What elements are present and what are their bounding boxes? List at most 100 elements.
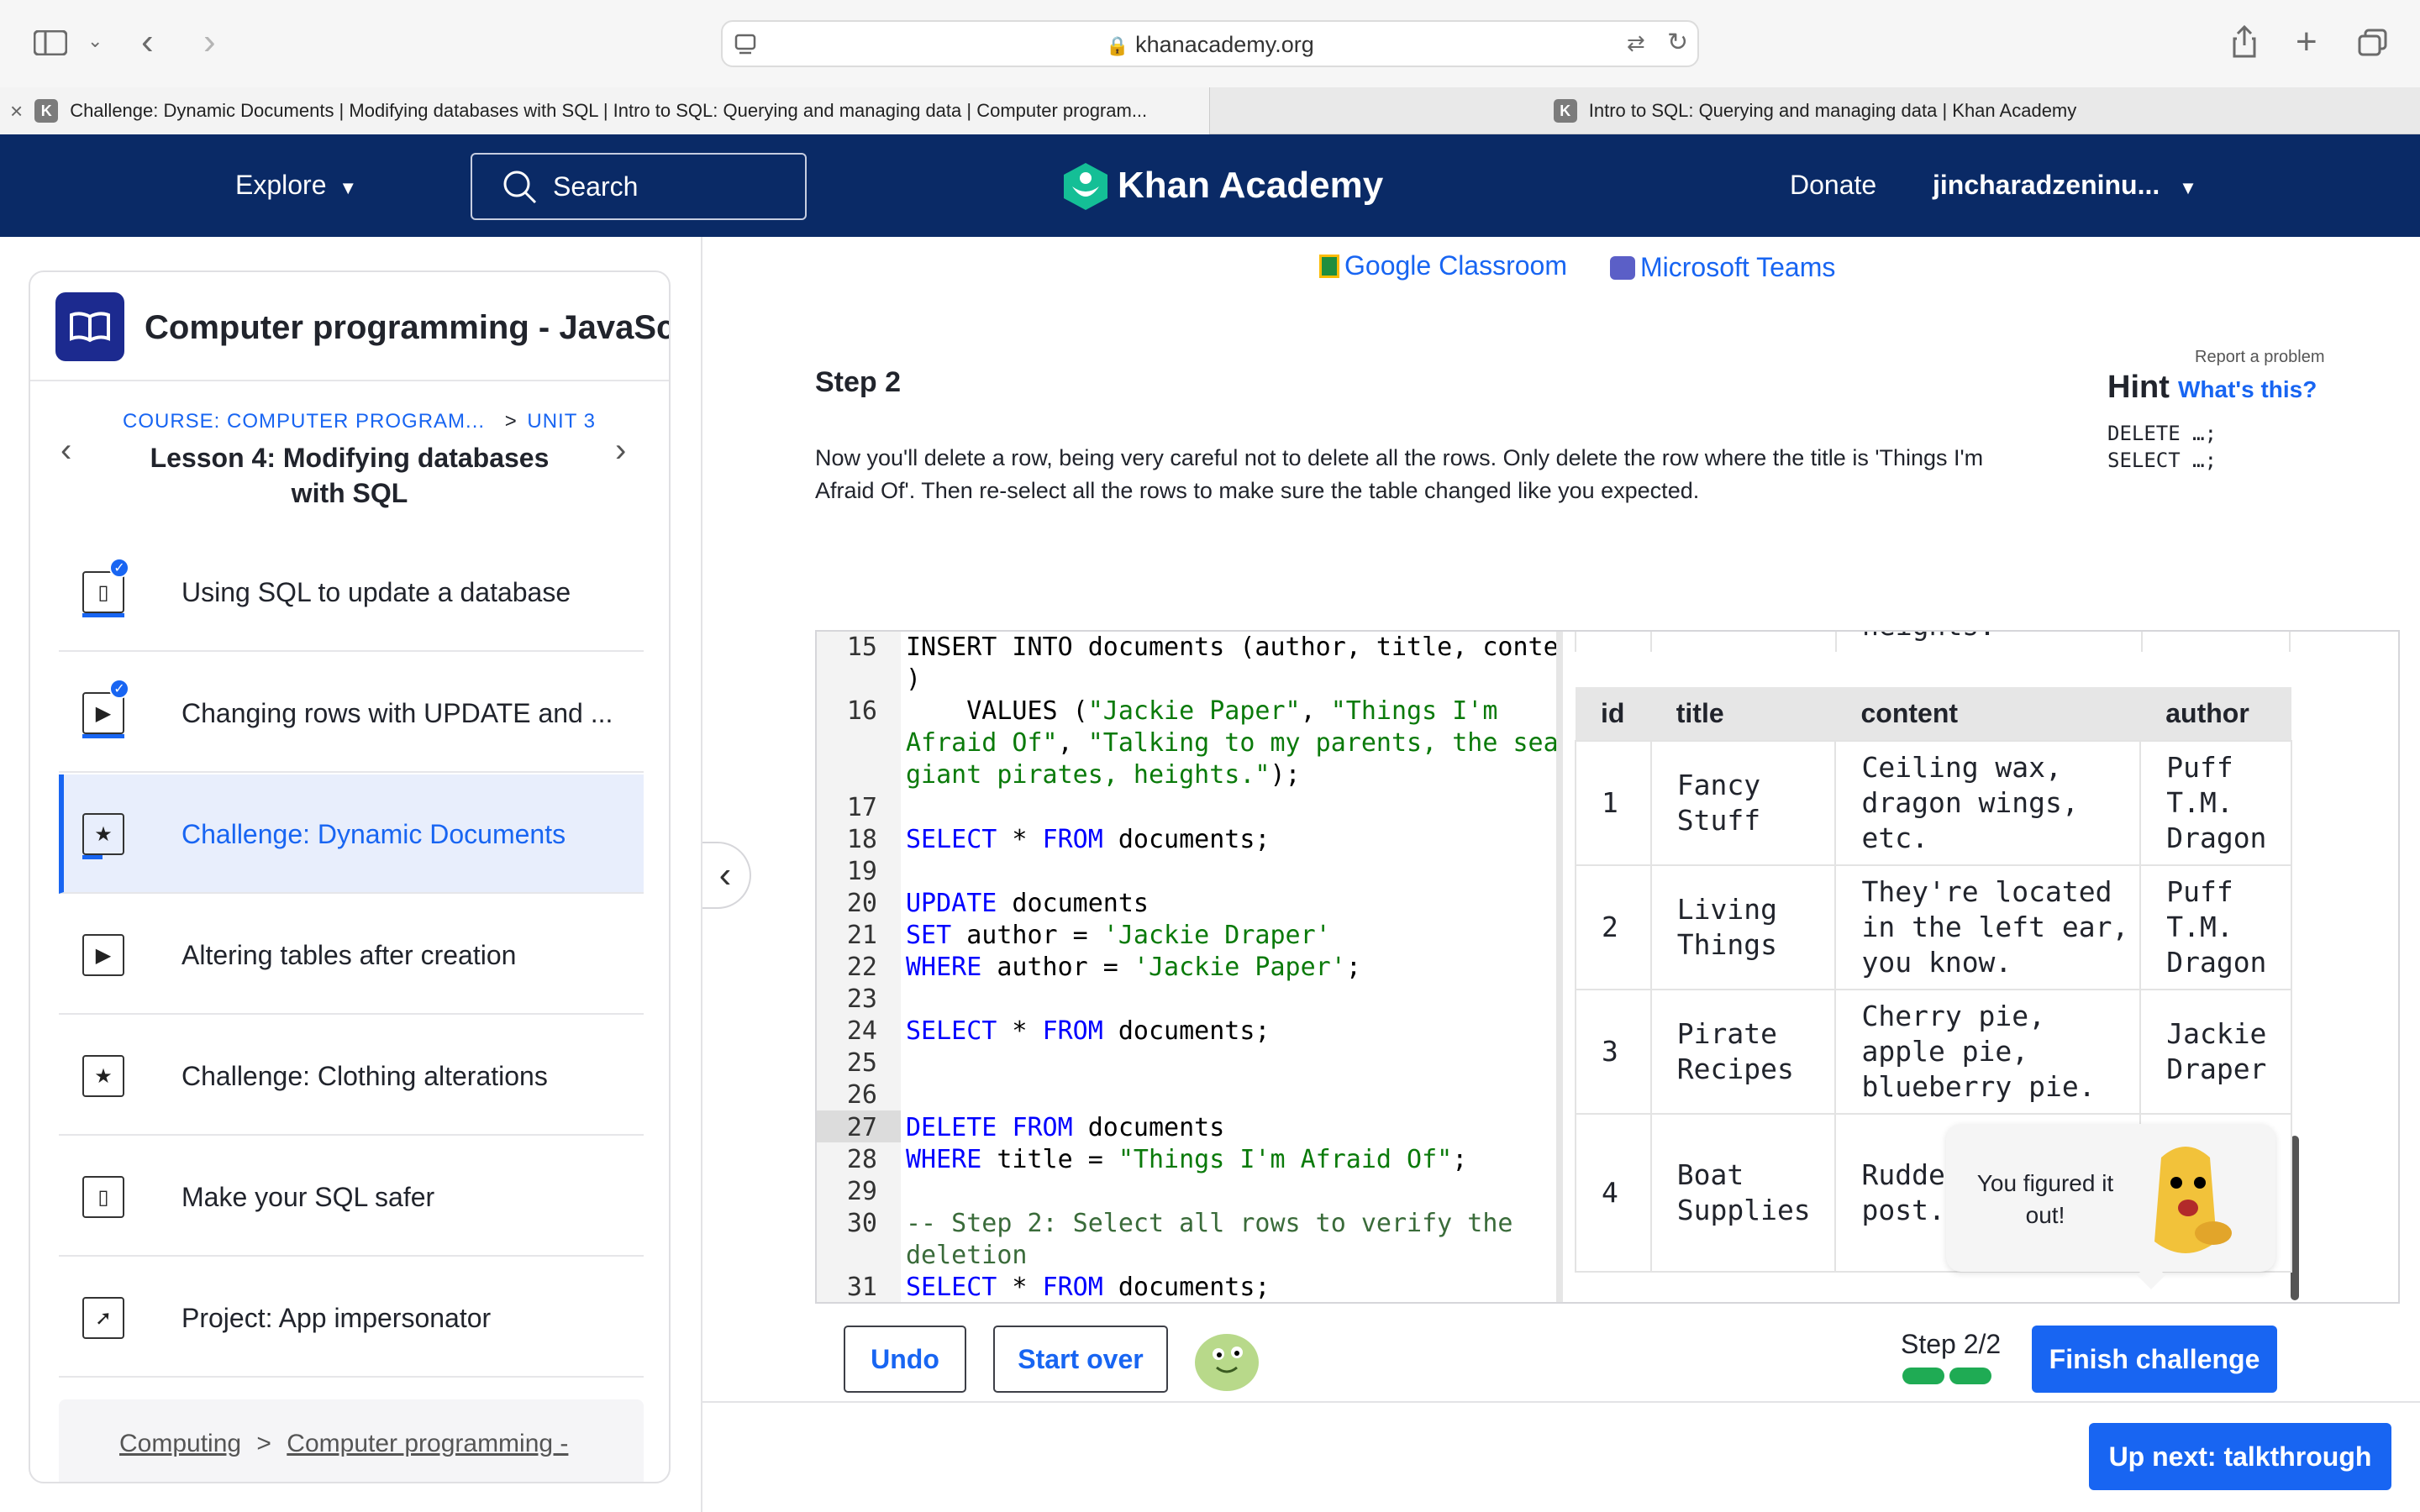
grid-line (1835, 632, 1837, 652)
cell-author: Jackie Draper (2139, 989, 2292, 1115)
sidebar-toggle-icon[interactable] (34, 30, 67, 55)
report-problem-link[interactable]: Report a problem (2195, 348, 2325, 367)
code-line: Afraid Of", "Talking to my parents, the … (906, 728, 1556, 759)
breadcrumb-unit[interactable]: UNIT 3 (527, 410, 596, 433)
grid-line (1575, 632, 1576, 652)
search-input[interactable]: Search (471, 153, 807, 220)
course-title[interactable]: Computer programming - JavaScr... (145, 309, 669, 347)
check-icon: ✓ (109, 558, 129, 578)
grid-line (1650, 632, 1652, 652)
next-lesson-icon[interactable]: › (615, 432, 626, 470)
step-instructions: Now you'll delete a row, being very care… (815, 445, 1984, 503)
lock-icon: 🔒 (1106, 35, 1129, 56)
crumb-computing[interactable]: Computing (119, 1430, 241, 1457)
caret-down-icon: ▼ (339, 177, 358, 198)
video-icon: ▶ (82, 934, 124, 976)
step-title: Step 2 (815, 366, 902, 398)
tab-overview-icon[interactable] (2358, 29, 2388, 57)
code-line: ) (906, 664, 922, 695)
search-placeholder: Search (553, 171, 639, 202)
cell-title: Fancy Stuff (1649, 740, 1837, 866)
partial-cell: heights. (1862, 632, 1996, 642)
cell-title: Boat Supplies (1649, 1113, 1837, 1273)
hint-whats-this-link[interactable]: What's this? (2178, 376, 2317, 403)
start-over-button[interactable]: Start over (993, 1326, 1168, 1393)
table-row: 1 Fancy Stuff Ceiling wax, dragon wings,… (1575, 740, 2292, 866)
code-line: SELECT * FROM documents; (906, 1016, 1270, 1047)
close-tab-icon[interactable]: × (10, 98, 23, 124)
sidebar-item-dynamic-documents[interactable]: ★ Challenge: Dynamic Documents (59, 774, 644, 894)
khan-favicon-icon: K (1553, 99, 1577, 123)
microsoft-teams-label: Microsoft Teams (1640, 252, 1836, 282)
user-menu[interactable]: jincharadzeninu... ▼ (1933, 170, 2197, 201)
tab-label: Challenge: Dynamic Documents | Modifying… (70, 100, 1148, 121)
sidebar-item-altering-tables[interactable]: ▶ Altering tables after creation (59, 895, 644, 1015)
explore-menu[interactable]: Explore ▼ (235, 170, 357, 201)
tab-active[interactable]: × K Challenge: Dynamic Documents | Modif… (0, 87, 1210, 134)
mascot-icon (2154, 1147, 2232, 1253)
google-classroom-icon (1319, 255, 1339, 278)
translate-icon[interactable]: ⇄ (1627, 32, 1645, 54)
new-tab-icon[interactable]: + (2296, 24, 2317, 60)
cell-author: Puff T.M. Dragon (2139, 740, 2292, 866)
lesson-title: Lesson 4: Modifying databases with SQL (150, 443, 550, 508)
code-line: SELECT * FROM documents; (906, 824, 1270, 854)
table-row: 3 Pirate Recipes Cherry pie, apple pie, … (1575, 989, 2292, 1115)
code-line: VALUES ("Jackie Paper", "Things I'm (906, 696, 1498, 727)
chevron-down-icon[interactable]: ⌄ (87, 32, 103, 50)
sidebar-item-label: Project: App impersonator (182, 1303, 492, 1333)
code-line: UPDATE documents (906, 888, 1149, 918)
divider (30, 380, 669, 381)
brand-name[interactable]: Khan Academy (1118, 165, 1383, 207)
finish-challenge-button[interactable]: Finish challenge (2032, 1326, 2277, 1393)
line-number: 21 (846, 920, 877, 950)
code-line: SET author = 'Jackie Draper' (906, 920, 1331, 950)
tab-label: Intro to SQL: Querying and managing data… (1588, 100, 2077, 121)
divider (702, 1401, 2420, 1403)
splitter[interactable] (1556, 632, 1563, 1302)
back-icon[interactable]: ‹ (141, 24, 154, 60)
cell-title: Pirate Recipes (1649, 989, 1837, 1115)
microsoft-teams-link[interactable]: Microsoft Teams (1610, 252, 1835, 283)
star-icon: ★ (82, 813, 124, 855)
column-header: id (1576, 687, 1651, 741)
google-classroom-link[interactable]: Google Classroom (1319, 250, 1567, 281)
share-icon[interactable] (2232, 25, 2257, 59)
code-line: deletion (906, 1240, 1028, 1270)
line-number: 25 (846, 1048, 877, 1079)
up-next-button[interactable]: Up next: talkthrough (2089, 1423, 2391, 1490)
line-number: 23 (846, 984, 877, 1015)
cell-content: Cherry pie, apple pie, blueberry pie. (1834, 989, 2142, 1115)
sidebar-item-clothing[interactable]: ★ Challenge: Clothing alterations (59, 1016, 644, 1136)
line-number: 24 (846, 1016, 877, 1047)
sidebar-item-label: Make your SQL safer (182, 1182, 435, 1212)
code-line: -- Step 2: Select all rows to verify the (906, 1208, 1513, 1238)
line-number: 27 (846, 1112, 877, 1142)
undo-button[interactable]: Undo (844, 1326, 966, 1393)
forward-icon[interactable]: › (203, 24, 216, 60)
address-bar[interactable]: 🔒 khanacademy.org ⇄ ↻ (721, 20, 1699, 67)
breadcrumb-course[interactable]: COURSE: COMPUTER PROGRAM... (123, 410, 485, 433)
cell-id: 1 (1575, 740, 1652, 866)
sidebar-item-app-impersonator[interactable]: ➚ Project: App impersonator (59, 1258, 644, 1378)
hint-code: DELETE …; SELECT …; (2107, 420, 2217, 474)
sidebar-item-changing-rows[interactable]: ▶ ✓ Changing rows with UPDATE and ... (59, 654, 644, 773)
line-number: 17 (846, 792, 877, 822)
user-name: jincharadzeninu... (1933, 170, 2160, 200)
line-number: 19 (846, 856, 877, 886)
progress-bar (82, 855, 103, 859)
sidebar-item-sql-safer[interactable]: ▯ Make your SQL safer (59, 1137, 644, 1257)
browser-toolbar: ⌄ ‹ › 🔒 khanacademy.org ⇄ ↻ + (0, 0, 2420, 87)
code-editor[interactable]: 15 INSERT INTO documents (author, title, … (817, 632, 1556, 1302)
code-line: SELECT * FROM documents; (906, 1273, 1270, 1302)
line-number: 18 (846, 824, 877, 854)
tab-inactive[interactable]: K Intro to SQL: Querying and managing da… (1210, 87, 2420, 134)
sidebar-item-using-sql[interactable]: ▯ ✓ Using SQL to update a database (59, 533, 644, 652)
url-text: khanacademy.org (1135, 32, 1314, 57)
donate-link[interactable]: Donate (1790, 170, 1876, 201)
prev-lesson-icon[interactable]: ‹ (60, 432, 71, 470)
sidebar-item-label: Challenge: Dynamic Documents (182, 819, 566, 849)
crumb-computer-programming[interactable]: Computer programming - (287, 1430, 568, 1457)
reload-icon[interactable]: ↻ (1667, 30, 1688, 55)
khan-logo-icon[interactable] (1062, 161, 1109, 212)
